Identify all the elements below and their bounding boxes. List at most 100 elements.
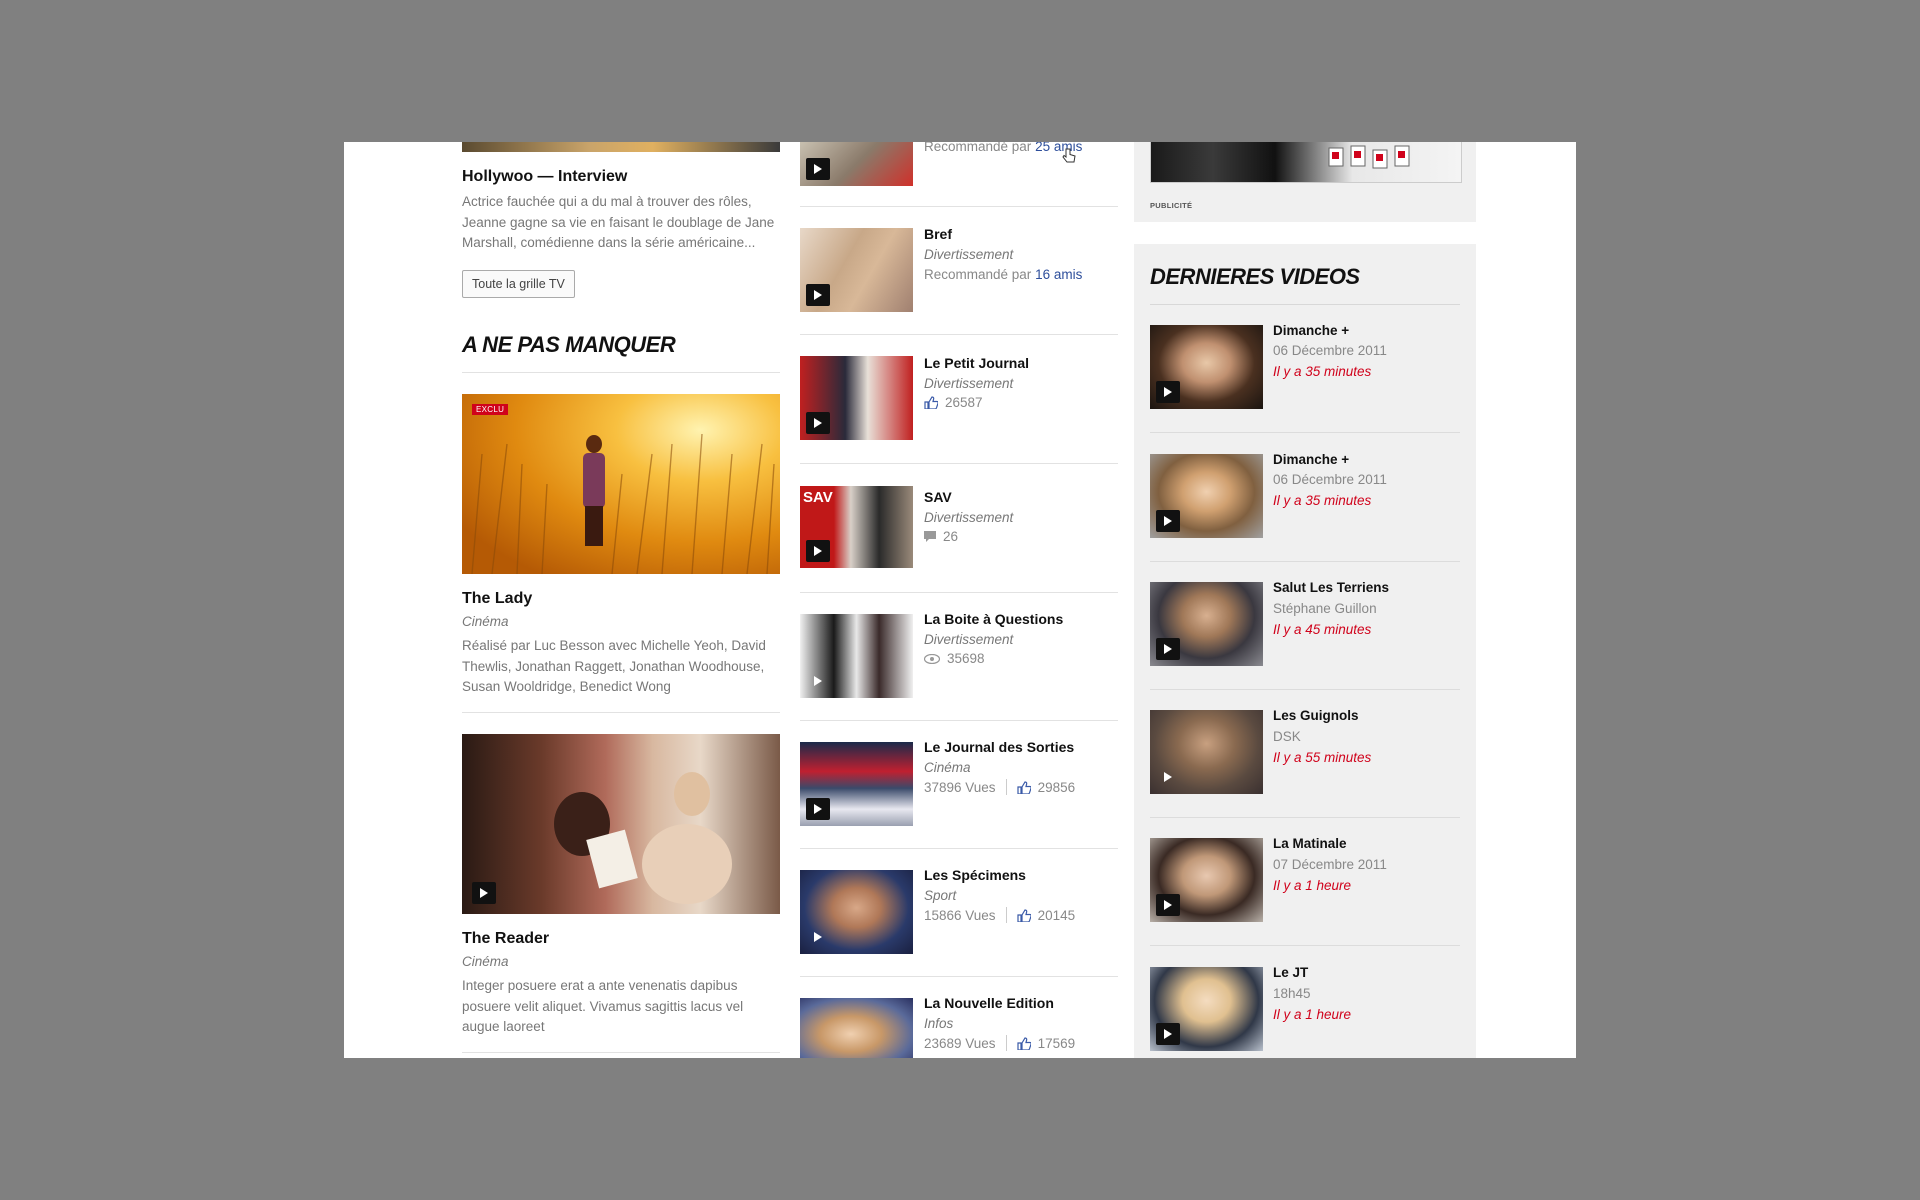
nouvelle-edition-thumbnail[interactable] (800, 998, 913, 1058)
divider (800, 848, 1118, 849)
thumbs-up-icon (1016, 908, 1031, 922)
play-icon[interactable] (806, 670, 830, 692)
latest-video-thumbnail[interactable] (1150, 454, 1263, 538)
ad-graphic (1328, 145, 1410, 169)
specimens-category: Sport (924, 888, 957, 903)
play-icon[interactable] (806, 540, 830, 562)
bref-category: Divertissement (924, 247, 1014, 262)
boite-questions-category: Divertissement (924, 632, 1014, 647)
the-lady-category: Cinéma (462, 614, 509, 629)
journal-sorties-title[interactable]: Le Journal des Sorties (924, 739, 1074, 755)
latest-video-time: Il y a 45 minutes (1273, 622, 1372, 637)
thumbs-up-icon (1016, 1036, 1031, 1050)
stat-divider (1005, 1035, 1007, 1051)
cursor-hand-icon (1062, 148, 1076, 169)
the-lady-description: Réalisé par Luc Besson avec Michelle Yeo… (462, 638, 766, 694)
latest-video-thumbnail[interactable] (1150, 582, 1263, 666)
latest-video-title[interactable]: Salut Les Terriens (1273, 580, 1389, 595)
divider (462, 372, 780, 373)
recommended-text: Recommandé par 25 amis (924, 142, 1082, 154)
the-reader-title[interactable]: The Reader (462, 930, 549, 948)
bref-recommended: Recommandé par 16 amis (924, 267, 1082, 282)
wheat-field-illustration (471, 433, 775, 574)
play-icon[interactable] (1156, 1023, 1180, 1045)
play-icon[interactable] (806, 284, 830, 306)
comments-count: 26 (943, 529, 959, 544)
views-text: 37896 Vues (924, 779, 996, 795)
stat-divider (1005, 907, 1007, 923)
latest-video-time: Il y a 35 minutes (1273, 364, 1372, 379)
video-thumbnail[interactable] (800, 142, 913, 186)
latest-video-thumbnail[interactable] (1150, 325, 1263, 409)
petit-journal-title[interactable]: Le Petit Journal (924, 355, 1029, 371)
latest-video-thumbnail[interactable] (1150, 838, 1263, 922)
reader-photo (554, 772, 732, 904)
bref-title[interactable]: Bref (924, 226, 952, 242)
likes-count: 20145 (1037, 907, 1076, 923)
specimens-title[interactable]: Les Spécimens (924, 867, 1026, 883)
latest-video-title[interactable]: Les Guignols (1273, 708, 1359, 723)
sav-thumbnail[interactable]: SAV (800, 486, 913, 568)
sav-logo: SAV (803, 489, 833, 506)
specimens-thumbnail[interactable] (800, 870, 913, 954)
comment-icon (924, 530, 936, 542)
latest-video-thumbnail[interactable] (1150, 710, 1263, 794)
play-icon[interactable] (1156, 894, 1180, 916)
eye-icon (924, 653, 940, 664)
sav-title[interactable]: SAV (924, 489, 952, 505)
exclu-badge: EXCLU (472, 404, 509, 415)
play-icon[interactable] (806, 412, 830, 434)
grille-tv-button[interactable]: Toute la grille TV (462, 270, 575, 298)
play-icon[interactable] (1156, 381, 1180, 403)
views-count: 35698 (947, 651, 985, 666)
divider (1150, 945, 1460, 946)
latest-video-subtitle: 06 Décembre 2011 (1273, 472, 1387, 487)
petit-journal-category: Divertissement (924, 376, 1014, 391)
petit-journal-thumbnail[interactable] (800, 356, 913, 440)
friends-link[interactable]: 16 amis (1035, 267, 1082, 282)
section-title-dernieres-videos: DERNIERES VIDEOS (1150, 264, 1360, 289)
play-icon[interactable] (806, 158, 830, 180)
journal-sorties-category: Cinéma (924, 760, 971, 775)
top-article-title[interactable]: Hollywoo — Interview (462, 168, 627, 186)
stat-divider (1005, 779, 1007, 795)
likes-count: 29856 (1037, 779, 1076, 795)
latest-video-subtitle: 06 Décembre 2011 (1273, 343, 1387, 358)
play-icon[interactable] (472, 882, 496, 904)
the-reader-image[interactable] (462, 734, 780, 914)
latest-video-title[interactable]: La Matinale (1273, 836, 1347, 851)
boite-questions-thumbnail[interactable] (800, 614, 913, 698)
latest-video-title[interactable]: Le JT (1273, 965, 1308, 980)
views-text: 23689 Vues (924, 1035, 996, 1051)
the-lady-image[interactable] (462, 394, 780, 574)
latest-video-title[interactable]: Dimanche + (1273, 323, 1349, 338)
likes-count: 17569 (1037, 1035, 1076, 1051)
divider (1150, 689, 1460, 690)
divider (462, 1052, 780, 1053)
bref-thumbnail[interactable] (800, 228, 913, 312)
petit-journal-likes: 26587 (924, 395, 983, 410)
latest-video-subtitle: DSK (1273, 729, 1301, 744)
top-article-image[interactable] (462, 142, 780, 152)
journal-sorties-thumbnail[interactable] (800, 742, 913, 826)
divider (800, 976, 1118, 977)
divider (1150, 304, 1460, 305)
nouvelle-edition-title[interactable]: La Nouvelle Edition (924, 995, 1054, 1011)
play-icon[interactable] (806, 798, 830, 820)
divider (800, 720, 1118, 721)
divider (1150, 817, 1460, 818)
latest-video-time: Il y a 35 minutes (1273, 493, 1372, 508)
latest-video-subtitle: Stéphane Guillon (1273, 601, 1377, 616)
play-icon[interactable] (1156, 638, 1180, 660)
latest-video-time: Il y a 55 minutes (1273, 750, 1372, 765)
play-icon[interactable] (1156, 766, 1180, 788)
divider (800, 206, 1118, 207)
play-icon[interactable] (806, 926, 830, 948)
sav-category: Divertissement (924, 510, 1014, 525)
boite-questions-title[interactable]: La Boite à Questions (924, 611, 1063, 627)
latest-video-title[interactable]: Dimanche + (1273, 452, 1349, 467)
advertisement-banner[interactable] (1150, 142, 1462, 183)
the-lady-title[interactable]: The Lady (462, 590, 532, 608)
play-icon[interactable] (1156, 510, 1180, 532)
latest-video-thumbnail[interactable] (1150, 967, 1263, 1051)
